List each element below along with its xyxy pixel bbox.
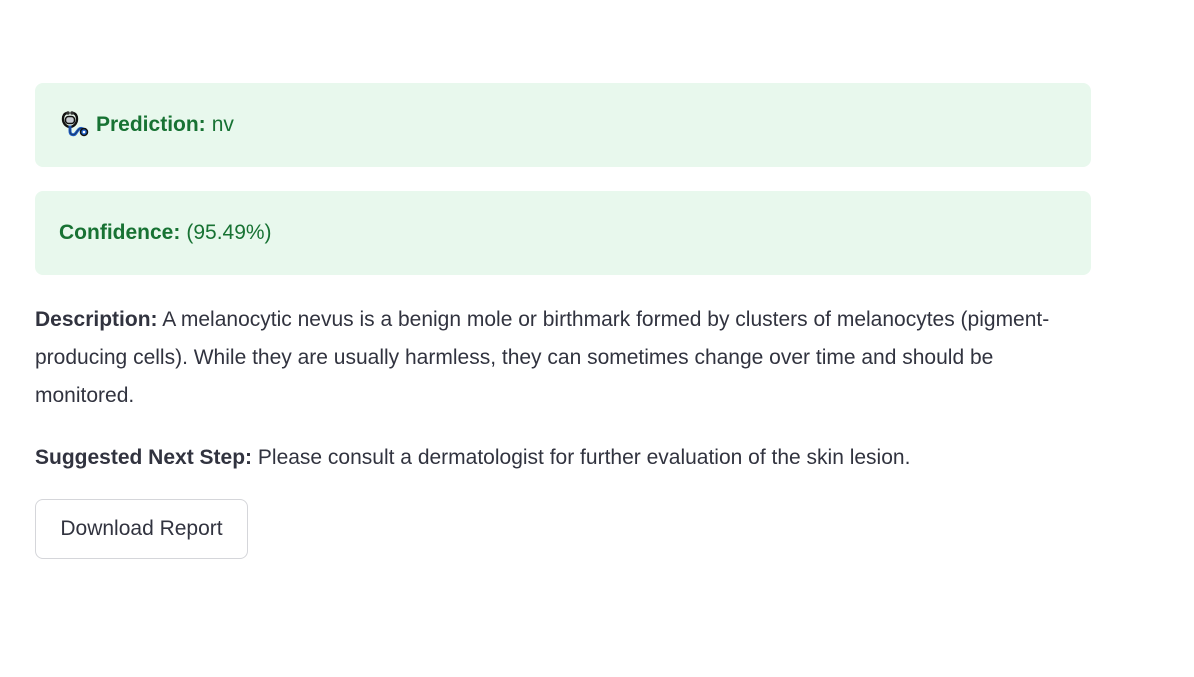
- prediction-label: Prediction:: [96, 113, 206, 136]
- description-paragraph: Description: A melanocytic nevus is a be…: [35, 301, 1075, 415]
- confidence-value: (95.49%): [186, 221, 272, 244]
- prediction-value: nv: [211, 113, 234, 136]
- description-text: A melanocytic nevus is a benign mole or …: [35, 308, 1050, 407]
- download-report-button[interactable]: Download Report: [35, 499, 248, 559]
- stethoscope-icon: [59, 109, 89, 139]
- description-label: Description:: [35, 308, 158, 331]
- next-step-paragraph: Suggested Next Step: Please consult a de…: [35, 439, 1091, 477]
- confidence-alert: Confidence: (95.49%): [35, 191, 1091, 275]
- confidence-label: Confidence:: [59, 221, 181, 244]
- next-step-label: Suggested Next Step:: [35, 446, 253, 469]
- next-step-text: Please consult a dermatologist for furth…: [257, 446, 911, 469]
- prediction-alert: Prediction: nv: [35, 83, 1091, 167]
- main-content: Prediction: nv Confidence: (95.49%) Desc…: [35, 83, 1091, 559]
